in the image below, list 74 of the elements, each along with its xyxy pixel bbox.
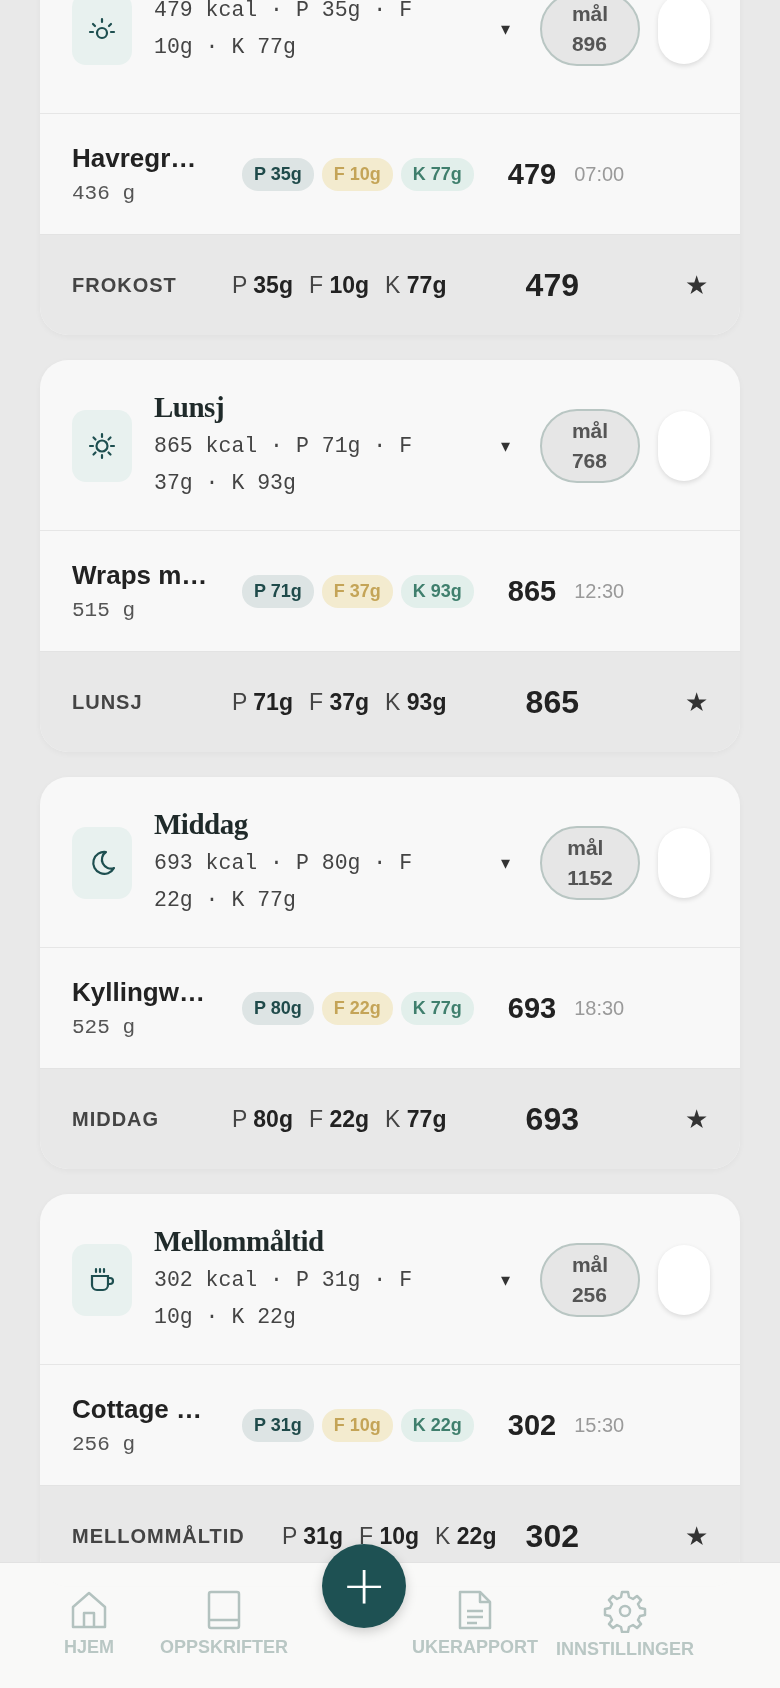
food-name: Cottage … bbox=[72, 1394, 203, 1425]
food-kcal: 302 bbox=[507, 1408, 557, 1442]
meal-macros: 479 kcal · P 35g · F 10g · K 77g bbox=[154, 0, 414, 61]
macro-tag: P 35g bbox=[242, 157, 314, 191]
macro-tag: K 77g bbox=[400, 157, 474, 191]
macro-tag: F 37g bbox=[321, 574, 393, 608]
goal-pill[interactable]: mål 256 bbox=[540, 1243, 640, 1317]
food-weight: 515 g bbox=[72, 599, 136, 622]
caret-icon[interactable]: ▾ bbox=[497, 18, 514, 40]
macro-tag: P 31g bbox=[242, 1408, 314, 1442]
food-weight: 256 g bbox=[72, 1433, 136, 1456]
document-icon bbox=[457, 1589, 494, 1631]
food-time: 07:00 bbox=[574, 162, 625, 186]
meal-title: Middag bbox=[154, 807, 249, 841]
goal-pill[interactable]: mål 896 bbox=[540, 0, 640, 66]
toggle-switch[interactable] bbox=[658, 411, 710, 481]
macro-tag: K 77g bbox=[400, 991, 474, 1025]
macro-tag: P 80g bbox=[242, 991, 314, 1025]
meal-total: 302 bbox=[525, 1517, 579, 1555]
star-icon[interactable]: ★ bbox=[685, 269, 708, 301]
toggle-switch[interactable] bbox=[658, 828, 710, 898]
macro-total: F 10g bbox=[308, 271, 370, 299]
meal-title: Lunsj bbox=[154, 390, 226, 424]
meal-label: FROKOST bbox=[72, 273, 178, 297]
book-icon bbox=[206, 1589, 242, 1631]
food-weight: 436 g bbox=[72, 182, 136, 205]
food-kcal: 865 bbox=[507, 574, 557, 608]
meal-total: 865 bbox=[525, 683, 579, 721]
food-time: 18:30 bbox=[574, 996, 625, 1020]
meal-label: LUNSJ bbox=[72, 690, 144, 714]
macro-total: K 77g bbox=[385, 271, 447, 299]
food-kcal: 479 bbox=[507, 157, 557, 191]
food-name: Kyllingw… bbox=[72, 977, 206, 1008]
macro-tag: F 10g bbox=[321, 157, 393, 191]
food-time: 12:30 bbox=[574, 579, 625, 603]
star-icon[interactable]: ★ bbox=[685, 1520, 708, 1552]
macro-tag: P 71g bbox=[242, 574, 314, 608]
food-name: Wraps m… bbox=[72, 560, 209, 591]
macro-tag: K 22g bbox=[400, 1408, 474, 1442]
goal-pill[interactable]: mål 1152 bbox=[540, 826, 640, 900]
settings-icon bbox=[603, 1589, 648, 1633]
macro-tag: F 22g bbox=[321, 991, 393, 1025]
star-icon[interactable]: ★ bbox=[685, 686, 708, 718]
macro-total: K 22g bbox=[435, 1522, 497, 1550]
sun-icon bbox=[86, 430, 118, 462]
macro-total: K 77g bbox=[385, 1105, 447, 1133]
meal-total: 693 bbox=[525, 1100, 579, 1138]
food-time: 15:30 bbox=[574, 1413, 625, 1437]
meal-title: Mellommåltid bbox=[154, 1224, 325, 1258]
meal-label: MELLOMMÅLTID bbox=[72, 1524, 246, 1548]
toggle-switch[interactable] bbox=[658, 1245, 710, 1315]
macro-total: P 35g bbox=[232, 271, 293, 299]
food-kcal: 693 bbox=[507, 991, 557, 1025]
meal-macros: 693 kcal · P 80g · F 22g · K 77g bbox=[154, 849, 414, 914]
meal-macros: 302 kcal · P 31g · F 10g · K 22g bbox=[154, 1266, 414, 1331]
macro-total: K 93g bbox=[385, 688, 447, 716]
meal-total: 479 bbox=[525, 266, 579, 304]
meal-label: MIDDAG bbox=[72, 1107, 161, 1131]
macro-total: F 37g bbox=[308, 688, 370, 716]
macro-tag: K 93g bbox=[400, 574, 474, 608]
star-icon[interactable]: ★ bbox=[685, 1103, 708, 1135]
caret-icon[interactable]: ▾ bbox=[497, 1269, 514, 1291]
caret-icon[interactable]: ▾ bbox=[497, 435, 514, 457]
macro-total: P 80g bbox=[232, 1105, 293, 1133]
home-icon bbox=[69, 1589, 109, 1631]
goal-pill[interactable]: mål 768 bbox=[540, 409, 640, 483]
food-weight: 525 g bbox=[72, 1016, 136, 1039]
macro-tag: F 10g bbox=[321, 1408, 393, 1442]
macro-total: P 71g bbox=[232, 688, 293, 716]
food-name: Havregr… bbox=[72, 143, 198, 174]
toggle-switch[interactable] bbox=[658, 0, 710, 64]
meal-macros: 865 kcal · P 71g · F 37g · K 93g bbox=[154, 432, 414, 497]
caret-icon[interactable]: ▾ bbox=[497, 852, 514, 874]
macro-total: F 22g bbox=[308, 1105, 370, 1133]
